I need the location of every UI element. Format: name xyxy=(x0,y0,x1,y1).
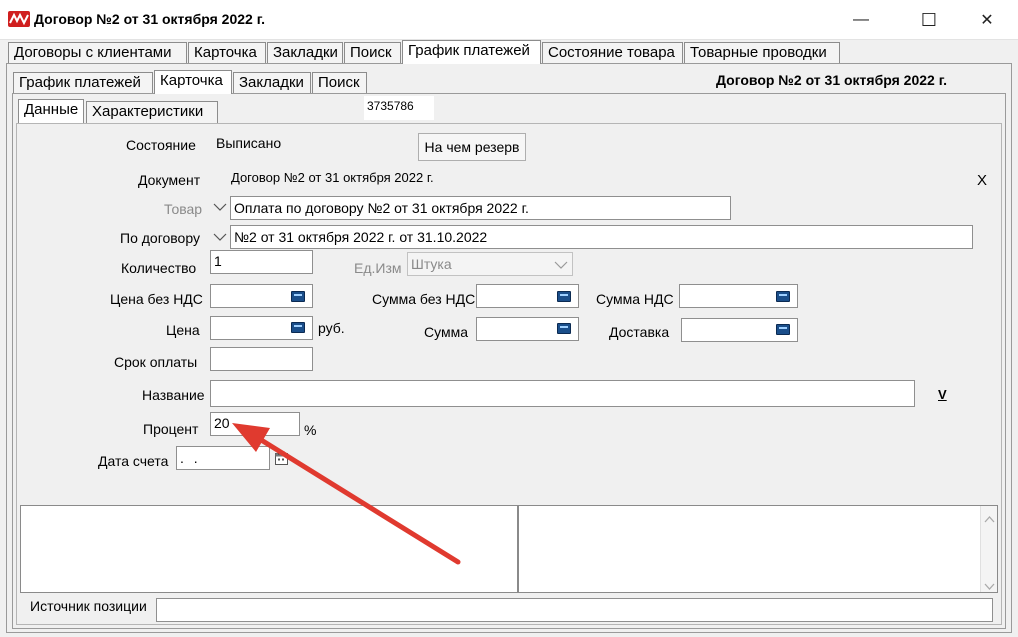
sum-novat-label: Сумма без НДС xyxy=(372,291,476,307)
delivery-label: Доставка xyxy=(609,324,670,340)
tab-contracts[interactable]: Договоры с клиентами xyxy=(8,42,187,64)
tab-card[interactable]: Карточка xyxy=(188,42,266,64)
quantity-field[interactable]: 1 xyxy=(210,250,313,274)
invoice-date-label: Дата счета xyxy=(98,453,169,469)
name-field[interactable] xyxy=(210,380,915,407)
tab-goods-postings[interactable]: Товарные проводки xyxy=(684,42,840,64)
delivery-calculator-icon[interactable] xyxy=(776,324,790,335)
tab-payment-schedule[interactable]: График платежей xyxy=(402,40,541,64)
document-value: Договор №2 от 31 октября 2022 г. xyxy=(231,170,434,185)
name-label: Название xyxy=(142,387,205,403)
price-label: Цена xyxy=(166,322,200,338)
notes-scrollbar[interactable] xyxy=(980,506,997,592)
scroll-up-icon[interactable] xyxy=(984,510,995,526)
pay-term-field[interactable] xyxy=(210,347,313,371)
percent-sign: % xyxy=(304,422,317,438)
calendar-icon[interactable] xyxy=(275,451,288,465)
subtab-search[interactable]: Поиск xyxy=(312,72,367,94)
unit-label: Ед.Изм xyxy=(354,260,402,276)
maximize-icon: ☐ xyxy=(920,9,938,30)
sum-novat-calculator-icon[interactable] xyxy=(557,291,571,302)
currency-label: руб. xyxy=(318,320,345,336)
contract-header-title: Договор №2 от 31 октября 2022 г. xyxy=(716,72,948,88)
state-value: Выписано xyxy=(216,135,282,151)
contract-label: По договору xyxy=(120,230,200,246)
invoice-date-field[interactable]: . . xyxy=(176,446,270,470)
percent-label: Процент xyxy=(143,421,199,437)
tab-bookmarks[interactable]: Закладки xyxy=(267,42,343,64)
close-button[interactable]: ✕ xyxy=(964,0,1010,40)
state-label: Состояние xyxy=(126,137,196,153)
price-novat-label: Цена без НДС xyxy=(110,291,203,307)
price-novat-calculator-icon[interactable] xyxy=(291,291,305,302)
tab-characteristics[interactable]: Характеристики xyxy=(86,101,218,123)
notes-right-pane[interactable] xyxy=(518,505,998,593)
tab-goods-state[interactable]: Состояние товара xyxy=(542,42,683,64)
minimize-icon: — xyxy=(853,11,869,28)
contract-field[interactable]: №2 от 31 октября 2022 г. от 31.10.2022 xyxy=(230,225,973,249)
notes-left-pane[interactable] xyxy=(20,505,518,593)
product-field[interactable]: Оплата по договору №2 от 31 октября 2022… xyxy=(230,196,731,220)
close-icon: ✕ xyxy=(980,12,994,29)
app-logo-icon xyxy=(8,11,30,27)
vat-sum-calculator-icon[interactable] xyxy=(776,291,790,302)
price-calculator-icon[interactable] xyxy=(291,322,305,333)
scroll-down-icon[interactable] xyxy=(984,578,995,594)
maximize-button[interactable]: ☐ xyxy=(906,0,952,40)
product-label: Товар xyxy=(164,201,203,217)
subtab-bookmarks[interactable]: Закладки xyxy=(233,72,311,94)
sum-calculator-icon[interactable] xyxy=(557,323,571,334)
contract-chevron-icon[interactable] xyxy=(213,231,227,245)
product-chevron-icon[interactable] xyxy=(213,201,227,215)
window-title: Договор №2 от 31 октября 2022 г. xyxy=(34,11,266,27)
quantity-label: Количество xyxy=(121,260,197,276)
vat-sum-label: Сумма НДС xyxy=(596,291,674,307)
name-dropdown-button[interactable]: V xyxy=(938,387,947,402)
document-label: Документ xyxy=(138,172,201,188)
sum-label: Сумма xyxy=(424,324,468,340)
source-field[interactable] xyxy=(156,598,993,622)
unit-value: Штука xyxy=(411,256,452,272)
unit-chevron-icon xyxy=(554,254,568,275)
pay-term-label: Срок оплаты xyxy=(114,354,198,370)
source-label: Источник позиции xyxy=(30,598,147,614)
clear-document-button[interactable]: X xyxy=(977,172,987,189)
subtab-card[interactable]: Карточка xyxy=(154,70,232,94)
subtab-payment-schedule[interactable]: График платежей xyxy=(13,72,153,94)
unit-select[interactable]: Штука xyxy=(407,252,573,276)
reserve-button[interactable]: На чем резерв xyxy=(418,133,526,161)
record-id: 3735786 xyxy=(364,96,434,120)
tab-search[interactable]: Поиск xyxy=(344,42,401,64)
tab-data[interactable]: Данные xyxy=(18,99,84,123)
minimize-button[interactable]: — xyxy=(838,0,884,40)
percent-field[interactable]: 20 xyxy=(210,412,300,436)
